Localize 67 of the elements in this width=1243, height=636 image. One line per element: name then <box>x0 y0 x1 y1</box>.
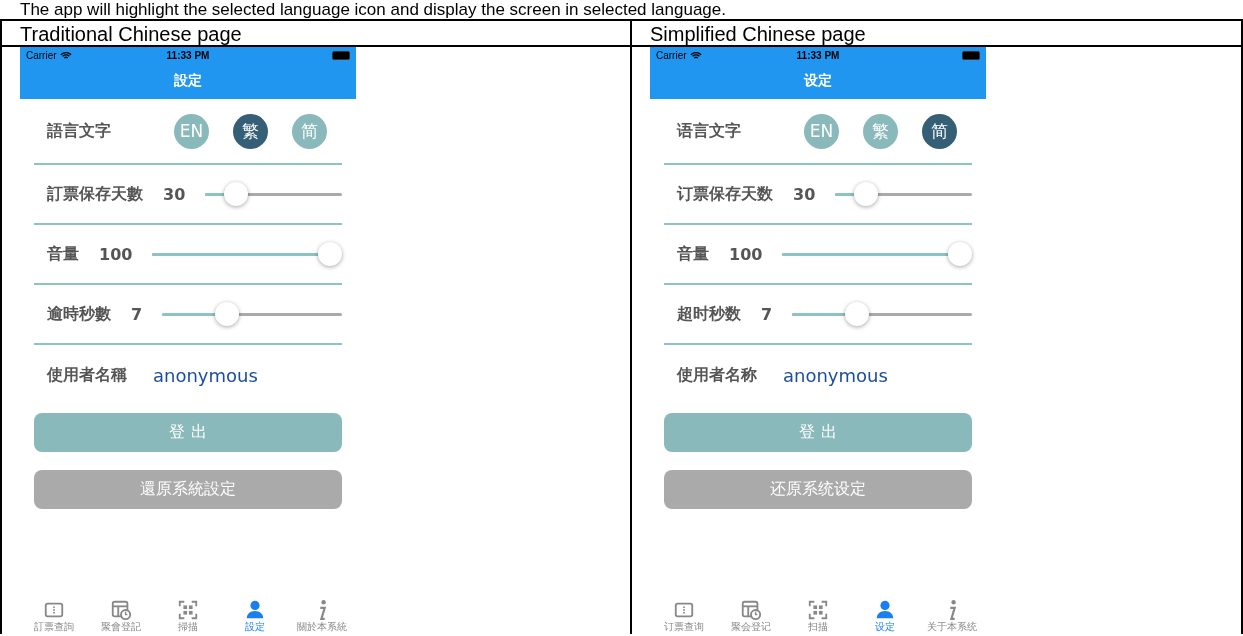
setting-value: 30 <box>793 184 816 204</box>
slider[interactable] <box>835 182 972 206</box>
setting-value: 7 <box>761 304 773 324</box>
setting-label: 使用者名稱 <box>45 364 127 386</box>
carrier-label: Carrier <box>656 49 687 61</box>
setting-label: 逾時秒數 <box>46 303 111 325</box>
tab-bar-item[interactable]: 設定 <box>225 599 286 633</box>
battery-icon <box>332 50 350 60</box>
slider-thumb[interactable] <box>318 242 342 266</box>
wifi-icon <box>689 50 702 60</box>
setting-value: 30 <box>163 184 186 204</box>
tab-bar-item[interactable]: 掃描 <box>157 599 218 633</box>
slider[interactable] <box>152 242 342 266</box>
tab-bar-item[interactable]: 聚会登记 <box>720 599 781 633</box>
calendar-clock-icon <box>109 599 132 621</box>
setting-label: 語言文字 <box>46 120 111 142</box>
tab-bar-item[interactable]: 订票查询 <box>653 599 714 633</box>
language-button[interactable]: EN <box>804 113 839 149</box>
setting-label: 音量 <box>46 243 79 265</box>
tab-bar-item[interactable]: 关于本系统 <box>922 599 983 633</box>
qr-code-icon <box>806 599 829 621</box>
slider-thumb[interactable] <box>215 302 240 326</box>
username-value: anonymous <box>153 364 258 386</box>
screen-title: 設定 <box>174 72 202 90</box>
language-button[interactable]: EN <box>174 113 209 149</box>
intro-text: The app will highlight the selected language icon and display the screen in selected language. <box>19 0 727 19</box>
info-icon <box>317 599 327 621</box>
reset-button[interactable]: 还原系统设定 <box>664 470 972 509</box>
slider[interactable] <box>792 302 972 326</box>
slider-thumb[interactable] <box>224 182 249 206</box>
tab-bar-item[interactable]: 设定 <box>855 599 916 633</box>
tab-bar-item[interactable]: 訂票查詢 <box>23 599 84 633</box>
clock-time: 11:33 PM <box>166 49 210 61</box>
language-button[interactable]: 繁 <box>233 113 268 149</box>
qr-code-icon <box>176 599 199 621</box>
slider[interactable] <box>205 182 342 206</box>
carrier-label: Carrier <box>26 49 57 61</box>
setting-label: 訂票保存天數 <box>46 183 143 205</box>
setting-label: 音量 <box>676 243 709 265</box>
logout-button[interactable]: 登 出 <box>664 413 972 452</box>
slider-thumb[interactable] <box>854 182 879 206</box>
wifi-icon <box>59 50 72 60</box>
screen-title: 设定 <box>804 72 832 90</box>
setting-label: 超时秒数 <box>676 303 741 325</box>
language-button[interactable]: 简 <box>922 113 957 149</box>
setting-label: 语言文字 <box>675 120 741 142</box>
tab-bar-item[interactable]: 關於本系統 <box>292 599 353 633</box>
language-button[interactable]: 简 <box>292 113 327 149</box>
slider[interactable] <box>162 302 342 326</box>
setting-label: 订票保存天数 <box>675 183 773 205</box>
setting-label: 使用者名称 <box>675 364 757 386</box>
username-value: anonymous <box>783 364 888 386</box>
slider-thumb[interactable] <box>845 302 870 326</box>
setting-value: 100 <box>729 244 763 264</box>
setting-value: 100 <box>99 244 133 264</box>
reset-button[interactable]: 還原系統設定 <box>34 470 342 509</box>
clock-time: 11:33 PM <box>796 49 840 61</box>
logout-button[interactable]: 登 出 <box>34 413 342 452</box>
tab-bar-item[interactable]: 聚會登記 <box>90 599 151 633</box>
calendar-clock-icon <box>739 599 762 621</box>
language-button[interactable]: 繁 <box>863 113 898 149</box>
tab-bar-item[interactable]: 扫描 <box>787 599 848 633</box>
battery-icon <box>962 50 980 60</box>
setting-value: 7 <box>131 304 143 324</box>
info-icon <box>947 599 957 621</box>
slider-thumb[interactable] <box>948 242 972 266</box>
slider[interactable] <box>782 242 972 266</box>
